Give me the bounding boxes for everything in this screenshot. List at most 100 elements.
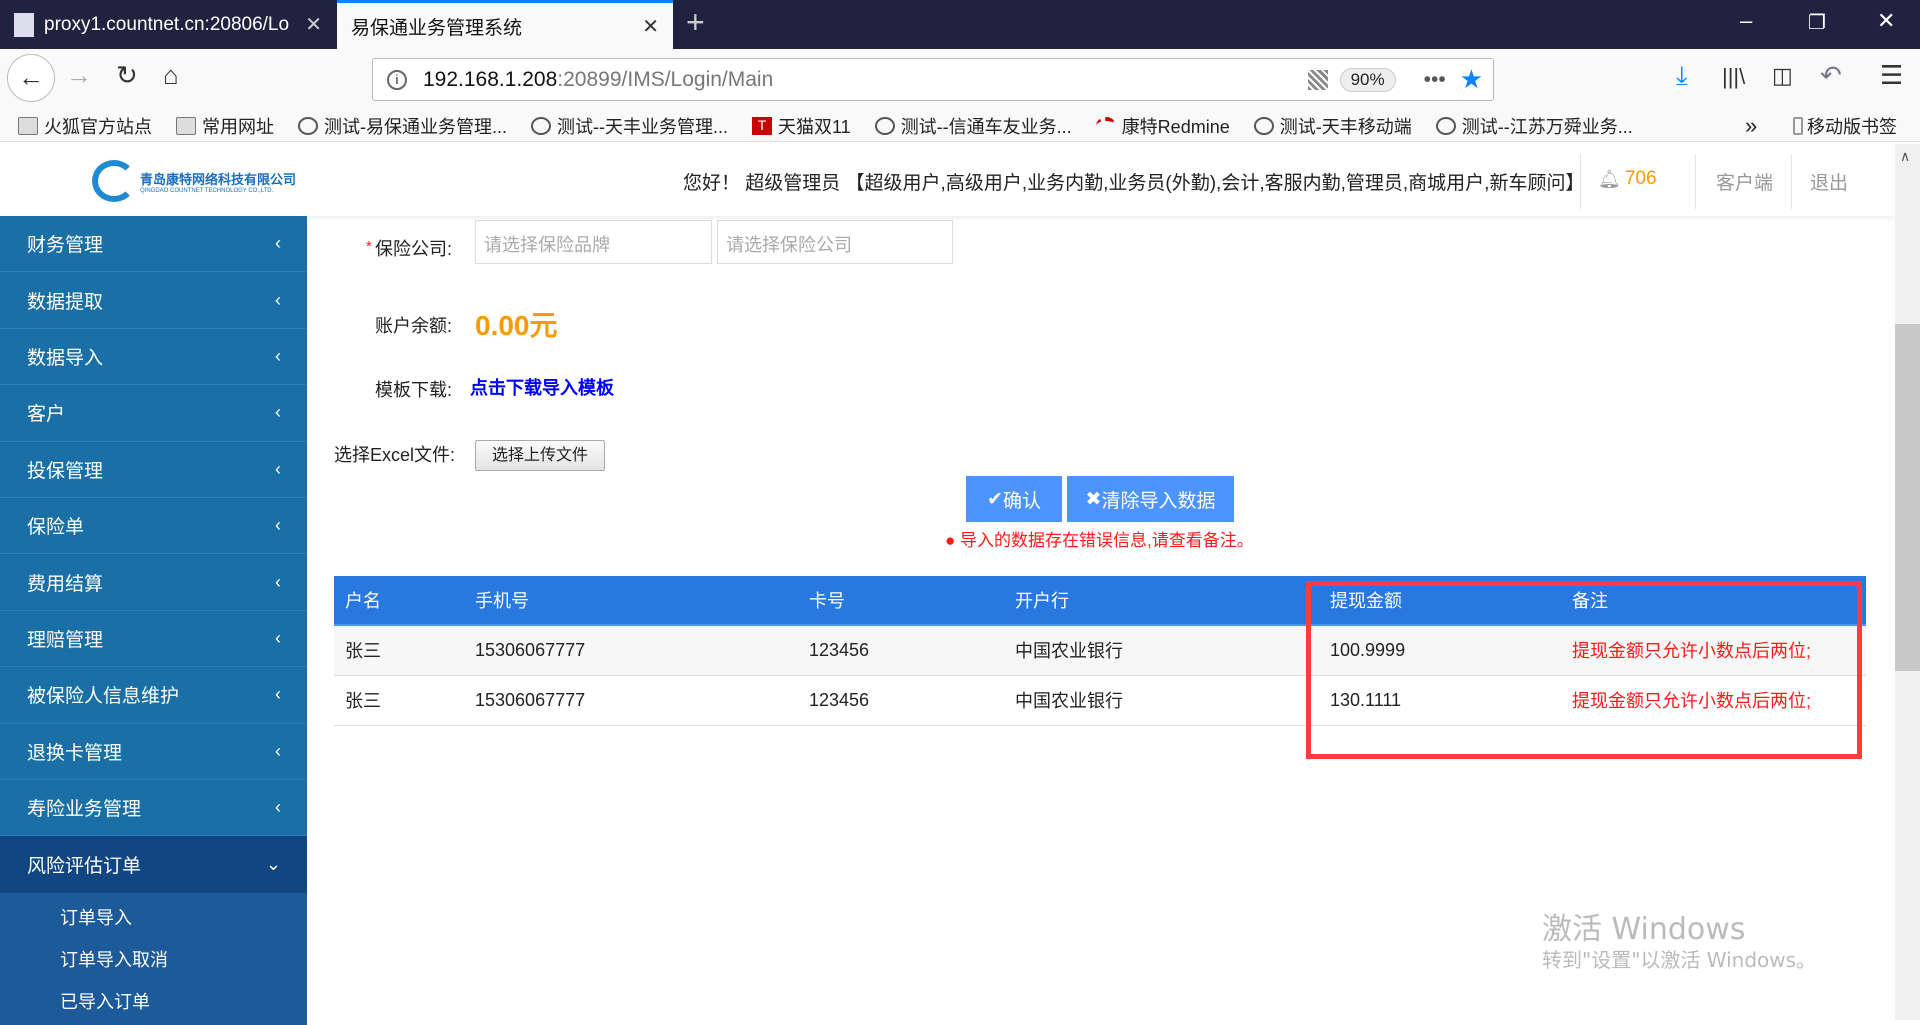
globe-icon bbox=[1435, 116, 1456, 135]
reload-icon[interactable]: ↻ bbox=[116, 60, 138, 91]
balance-label: 账户余额: bbox=[375, 316, 453, 336]
notifications-button[interactable]: 🔔︎ 706 bbox=[1598, 168, 1657, 190]
scroll-up-icon[interactable]: ∧ bbox=[1900, 148, 1910, 165]
sidebar-item[interactable]: 理赔管理 ‹ bbox=[0, 611, 307, 668]
tab-proxy[interactable]: proxy1.countnet.cn:20806/Lo ✕ bbox=[0, 0, 336, 49]
bookmark-item[interactable]: 测试--江苏万舜业务... bbox=[1435, 113, 1633, 139]
sidebar-item[interactable]: 财务管理 ‹ bbox=[0, 216, 307, 273]
check-icon: ✔ bbox=[987, 488, 1003, 510]
globe-icon bbox=[531, 116, 551, 135]
col-name: 户名 bbox=[334, 576, 475, 626]
globe-icon bbox=[298, 116, 318, 135]
sidebar: 财务管理 ‹ 数据提取 ‹ 数据导入 ‹ 客户 ‹ 投保管理 ‹ 保险单 ‹ 费用结算 ‹ 理赔管理 ‹ 被保险… bbox=[0, 216, 307, 1025]
file-label: 选择Excel文件: bbox=[334, 445, 456, 465]
bookmark-item[interactable]: 火狐官方站点 bbox=[18, 113, 152, 139]
bookmark-item[interactable]: 常用网址 bbox=[176, 113, 274, 139]
chevron-left-icon: ‹ bbox=[275, 402, 281, 423]
zoom-level[interactable]: 90% bbox=[1339, 67, 1396, 92]
chevron-left-icon: ‹ bbox=[275, 740, 281, 761]
tab-main[interactable]: 易保通业务管理系统 ✕ bbox=[337, 0, 673, 49]
globe-icon bbox=[874, 116, 895, 135]
scrollbar-thumb[interactable] bbox=[1895, 324, 1920, 671]
new-tab-icon[interactable]: + bbox=[686, 4, 705, 41]
sidebar-item[interactable]: 被保险人信息维护 ‹ bbox=[0, 667, 307, 724]
sidebar-icon[interactable]: ◫ bbox=[1772, 63, 1793, 89]
sidebar-item[interactable]: 投保管理 ‹ bbox=[0, 442, 307, 498]
bookmark-star-icon[interactable]: ★ bbox=[1460, 64, 1483, 95]
bookmark-item[interactable]: 测试--天丰业务管理... bbox=[531, 113, 728, 139]
bookmark-item[interactable]: 测试--信通车友业务... bbox=[874, 113, 1072, 139]
sidebar-item[interactable]: 数据提取 ‹ bbox=[0, 272, 307, 329]
submenu: 订单导入 订单导入取消 已导入订单 bbox=[0, 892, 307, 1025]
minimize-icon[interactable]: – bbox=[1740, 8, 1752, 34]
undo-icon[interactable]: ↶ bbox=[1820, 60, 1842, 91]
sidebar-item[interactable]: 数据导入 ‹ bbox=[0, 329, 307, 386]
overflow-icon[interactable]: » bbox=[1745, 113, 1757, 139]
chevron-left-icon: ‹ bbox=[275, 515, 281, 536]
restore-icon[interactable]: ❐ bbox=[1808, 10, 1826, 35]
library-icon[interactable]: |||\ bbox=[1722, 64, 1745, 90]
table-cell: 15306067777 bbox=[475, 625, 809, 676]
bullet-icon: ● bbox=[945, 531, 960, 550]
upload-file-button[interactable]: 选择上传文件 bbox=[475, 440, 605, 471]
close-window-icon[interactable]: ✕ bbox=[1877, 8, 1895, 34]
menu-icon[interactable]: ☰ bbox=[1880, 60, 1903, 91]
logout-link[interactable]: 退出 bbox=[1810, 168, 1848, 195]
bookmark-item[interactable]: 测试-天丰移动端 bbox=[1253, 113, 1412, 139]
close-tab-icon[interactable]: ✕ bbox=[642, 14, 659, 39]
required-marker: * bbox=[366, 238, 372, 255]
table-cell: 15306067777 bbox=[475, 675, 809, 726]
chevron-left-icon: ‹ bbox=[275, 571, 281, 592]
clear-import-button[interactable]: ✖ 清除导入数据 bbox=[1067, 476, 1234, 522]
balance-value: 0.00元 bbox=[475, 310, 558, 341]
company-logo: 青岛康特网络科技有限公司 QINGDAO COUNTNET TECHNOLOGY… bbox=[92, 160, 296, 202]
more-icon[interactable]: ••• bbox=[1424, 68, 1446, 92]
col-bank: 开户行 bbox=[1015, 576, 1330, 626]
close-tab-icon[interactable]: ✕ bbox=[305, 12, 322, 37]
activation-watermark-sub: 转到"设置"以激活 Windows。 bbox=[1542, 948, 1817, 972]
sidebar-item[interactable]: 保险单 ‹ bbox=[0, 498, 307, 555]
home-icon[interactable]: ⌂ bbox=[163, 60, 179, 91]
sidebar-item[interactable]: 客户 ‹ bbox=[0, 385, 307, 442]
chevron-left-icon: ‹ bbox=[275, 458, 281, 479]
forward-icon[interactable]: → bbox=[66, 60, 92, 91]
company-select[interactable]: 请选择保险公司 bbox=[717, 220, 953, 264]
sidebar-item-risk-orders[interactable]: 风险评估订单 ⌄ bbox=[0, 836, 307, 893]
sidebar-item[interactable]: 寿险业务管理 ‹ bbox=[0, 780, 307, 837]
col-phone: 手机号 bbox=[475, 576, 809, 626]
back-icon[interactable]: ← bbox=[7, 54, 55, 102]
sidebar-item[interactable]: 退换卡管理 ‹ bbox=[0, 724, 307, 780]
bell-icon: 🔔︎ bbox=[1598, 168, 1621, 189]
url-bar[interactable]: i 192.168.1.208:20899/IMS/Login/Main 90%… bbox=[372, 58, 1494, 101]
table-cell: 中国农业银行 bbox=[1015, 625, 1330, 676]
submenu-imported-orders[interactable]: 已导入订单 bbox=[0, 981, 307, 1023]
bookmark-item[interactable]: 测试-易保通业务管理... bbox=[298, 113, 507, 139]
mobile-bookmarks[interactable]: 移动版书签 bbox=[1793, 113, 1897, 139]
table-cell: 中国农业银行 bbox=[1015, 675, 1330, 726]
info-icon: i bbox=[387, 69, 407, 90]
highlight-box bbox=[1306, 581, 1862, 759]
confirm-button[interactable]: ✔ 确认 bbox=[966, 476, 1062, 522]
submenu-order-import-cancel[interactable]: 订单导入取消 bbox=[0, 939, 307, 981]
submenu-order-import[interactable]: 订单导入 bbox=[0, 897, 307, 939]
brand-select[interactable]: 请选择保险品牌 bbox=[475, 220, 712, 264]
bookmark-item[interactable]: T 天猫双11 bbox=[752, 113, 851, 139]
table-cell: 张三 bbox=[334, 675, 475, 726]
error-message: ● 导入的数据存在错误信息,请查看备注。 bbox=[945, 531, 1254, 550]
bookmark-item[interactable]: 康特Redmine bbox=[1095, 113, 1230, 139]
sidebar-item[interactable]: 费用结算 ‹ bbox=[0, 554, 307, 611]
chevron-left-icon: ‹ bbox=[275, 627, 281, 648]
download-icon[interactable]: ⤓ bbox=[1676, 60, 1688, 92]
client-link[interactable]: 客户端 bbox=[1716, 168, 1773, 195]
x-icon: ✖ bbox=[1085, 488, 1102, 510]
globe-icon bbox=[1253, 116, 1274, 135]
page-icon bbox=[14, 12, 34, 37]
table-cell: 123456 bbox=[809, 625, 1015, 676]
chevron-left-icon: ‹ bbox=[275, 684, 281, 705]
col-card: 卡号 bbox=[809, 576, 1015, 626]
chevron-left-icon: ‹ bbox=[275, 233, 281, 254]
qr-code-icon[interactable] bbox=[1307, 69, 1328, 90]
folder-icon bbox=[18, 116, 38, 135]
download-template-link[interactable]: 点击下载导入模板 bbox=[470, 374, 614, 400]
bookmarks-bar: 火狐官方站点 常用网址 测试-易保通业务管理... 测试--天丰业务管理... T 天猫双… bbox=[0, 110, 1920, 142]
